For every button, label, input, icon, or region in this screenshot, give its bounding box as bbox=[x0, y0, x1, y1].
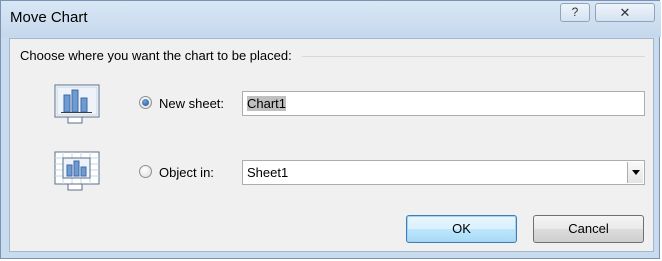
object-in-value: Sheet1 bbox=[247, 165, 289, 180]
object-in-radio[interactable] bbox=[139, 165, 152, 178]
embedded-chart-icon bbox=[52, 150, 102, 192]
help-button[interactable]: ? bbox=[560, 3, 590, 22]
ok-button[interactable]: OK bbox=[406, 215, 517, 243]
object-in-label[interactable]: Object in: bbox=[159, 165, 214, 180]
group-label: Choose where you want the chart to be pl… bbox=[20, 48, 292, 63]
object-in-select[interactable]: Sheet1 bbox=[242, 160, 645, 185]
title-bar[interactable]: Move Chart ? ✕ bbox=[1, 1, 661, 37]
chevron-down-icon[interactable] bbox=[627, 162, 643, 183]
close-button[interactable]: ✕ bbox=[595, 3, 655, 22]
group-divider bbox=[302, 56, 645, 57]
move-chart-dialog: Move Chart ? ✕ Choose where you want the… bbox=[0, 0, 661, 259]
new-sheet-label[interactable]: New sheet: bbox=[159, 96, 224, 111]
new-sheet-radio[interactable] bbox=[139, 96, 152, 109]
cancel-button[interactable]: Cancel bbox=[533, 215, 644, 243]
new-sheet-name-value: Chart1 bbox=[247, 96, 287, 111]
radio-selected-dot bbox=[142, 99, 149, 106]
new-sheet-name-input[interactable]: Chart1 bbox=[242, 91, 645, 116]
dialog-body: Choose where you want the chart to be pl… bbox=[9, 38, 654, 252]
chart-sheet-icon bbox=[52, 83, 102, 125]
dialog-title: Move Chart bbox=[10, 9, 88, 26]
